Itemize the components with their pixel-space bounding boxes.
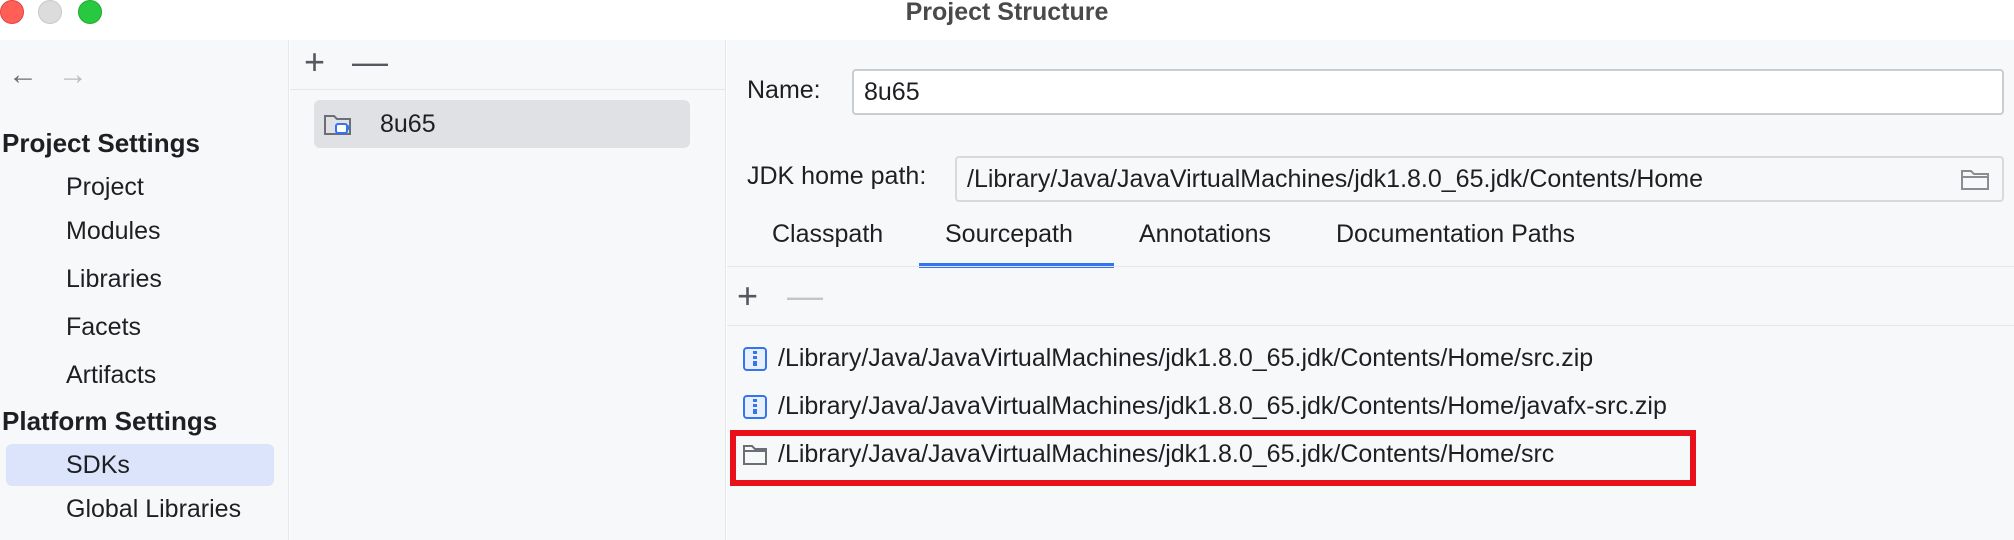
tabs-divider (727, 266, 2014, 267)
archive-icon (743, 395, 767, 419)
tab-annotations[interactable]: Annotations (1139, 218, 1271, 250)
tab-sourcepath[interactable]: Sourcepath (945, 218, 1073, 250)
arrow-left-icon[interactable]: ← (8, 60, 38, 90)
tab-classpath[interactable]: Classpath (772, 218, 883, 250)
jdk-home-path-value: /Library/Java/JavaVirtualMachines/jdk1.8… (967, 165, 1704, 193)
sdk-name-label: 8u65 (380, 110, 436, 138)
archive-icon (743, 347, 767, 371)
jdk-home-path-field[interactable]: /Library/Java/JavaVirtualMachines/jdk1.8… (955, 156, 2004, 202)
sourcepath-entry: /Library/Java/JavaVirtualMachines/jdk1.8… (778, 392, 1667, 420)
minus-icon[interactable]: — (352, 44, 388, 80)
nav-item-artifacts[interactable]: Artifacts (6, 354, 274, 396)
list-item[interactable]: /Library/Java/JavaVirtualMachines/jdk1.8… (737, 388, 1937, 428)
nav-item-sdks[interactable]: SDKs (6, 444, 274, 486)
nav-item-libraries[interactable]: Libraries (6, 258, 274, 300)
list-item[interactable]: /Library/Java/JavaVirtualMachines/jdk1.8… (737, 340, 1937, 380)
nav-item-global-libraries[interactable]: Global Libraries (6, 488, 274, 530)
nav-item-modules[interactable]: Modules (6, 210, 274, 252)
nav-item-project[interactable]: Project (6, 166, 274, 208)
platform-settings-header: Platform Settings (2, 406, 218, 436)
project-settings-header: Project Settings (2, 128, 200, 158)
settings-nav: ← → Project Settings Project Modules Lib… (0, 40, 289, 540)
sdk-name-field[interactable] (852, 69, 2004, 115)
plus-icon[interactable]: + (304, 44, 325, 80)
sourcepath-toolbar: + — (727, 276, 2014, 326)
name-label: Name: (747, 76, 821, 104)
path-tabs: Classpath Sourcepath Annotations Documen… (727, 208, 2014, 268)
sdk-list-panel: + — 8u65 (290, 40, 726, 540)
plus-icon[interactable]: + (737, 278, 758, 314)
jdk-folder-icon (324, 115, 351, 135)
sdk-details-panel: Name: JDK home path: /Library/Java/JavaV… (727, 40, 2014, 540)
folder-icon[interactable] (1960, 168, 1990, 192)
sdk-list-toolbar: + — (290, 40, 726, 90)
window-title: Project Structure (905, 0, 1109, 26)
minus-icon[interactable]: — (787, 278, 823, 314)
nav-item-facets[interactable]: Facets (6, 306, 274, 348)
highlight-box (730, 430, 1696, 486)
arrow-right-icon[interactable]: → (58, 60, 88, 90)
tab-documentation-paths[interactable]: Documentation Paths (1336, 218, 1575, 250)
title-bar: Project Structure (0, 0, 2014, 26)
sourcepath-entry: /Library/Java/JavaVirtualMachines/jdk1.8… (778, 344, 1594, 372)
sdk-list-item[interactable]: 8u65 (314, 100, 690, 148)
jdk-home-path-label: JDK home path: (747, 162, 927, 190)
